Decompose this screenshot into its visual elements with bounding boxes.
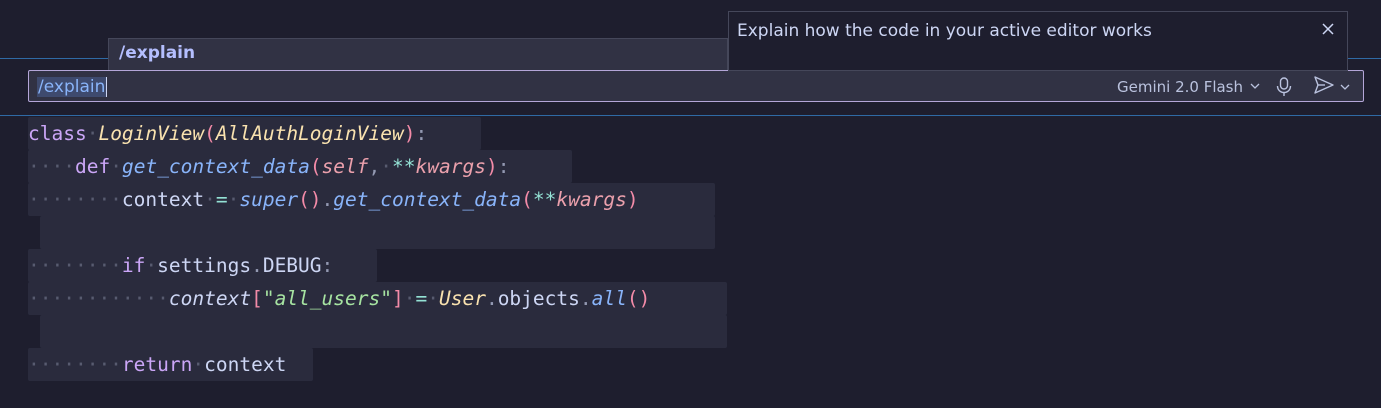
code-token: super bbox=[239, 188, 299, 211]
code-token: class bbox=[28, 122, 87, 145]
code-token: objects bbox=[497, 287, 580, 310]
model-label: Gemini 2.0 Flash bbox=[1117, 78, 1244, 96]
code-token: get_context_data bbox=[333, 188, 522, 211]
code-token: if bbox=[121, 254, 146, 277]
close-icon[interactable] bbox=[1319, 20, 1337, 38]
code-token: ············ bbox=[28, 287, 169, 310]
code-line-8: ········return·context bbox=[28, 353, 287, 376]
code-token: ) bbox=[626, 188, 639, 211]
code-token: get_context_data bbox=[121, 155, 310, 178]
code-line-2: ····def·get_context_data(self,·**kwargs)… bbox=[28, 155, 510, 178]
code-token: "all_users" bbox=[262, 287, 392, 310]
editor-window: /explain Gemini 2.0 Flash /explain Expla… bbox=[0, 0, 1381, 408]
code-token: LoginView bbox=[98, 122, 205, 145]
code-line-6: ············context["all_users"]·=·User.… bbox=[28, 287, 651, 310]
code-token: . bbox=[485, 287, 498, 310]
code-token: self bbox=[321, 155, 369, 178]
code-token: context bbox=[121, 188, 205, 211]
command-description: Explain how the code in your active edit… bbox=[737, 21, 1152, 41]
command-detail-panel: Explain how the code in your active edit… bbox=[728, 11, 1348, 71]
code-token: , bbox=[368, 155, 381, 178]
code-token: . bbox=[579, 287, 592, 310]
code-token: = bbox=[415, 287, 428, 310]
code-token: ( bbox=[521, 188, 533, 211]
code-token: settings bbox=[157, 254, 252, 277]
chat-input[interactable]: /explain bbox=[37, 77, 108, 97]
code-token: ········ bbox=[28, 254, 122, 277]
command-suggestion-list: /explain bbox=[108, 38, 728, 70]
model-picker[interactable]: Gemini 2.0 Flash bbox=[1117, 78, 1261, 96]
code-token: kwargs bbox=[556, 188, 627, 211]
code-token: : bbox=[497, 155, 510, 178]
code-token: User bbox=[438, 287, 486, 310]
code-token: ] bbox=[391, 287, 404, 310]
code-token: ) bbox=[403, 122, 416, 145]
send-icon bbox=[1313, 75, 1335, 99]
code-token: all bbox=[591, 287, 627, 310]
code-line-1: class·LoginView(AllAuthLoginView): bbox=[28, 122, 428, 145]
code-token: AllAuthLoginView bbox=[215, 122, 404, 145]
selection-highlight bbox=[40, 315, 727, 348]
code-token: = bbox=[215, 188, 228, 211]
code-line-3: ········context·=·super().get_context_da… bbox=[28, 188, 639, 211]
microphone-icon[interactable] bbox=[1273, 76, 1295, 98]
command-suggestion-explain[interactable]: /explain bbox=[119, 43, 195, 63]
code-token: ** bbox=[392, 155, 416, 178]
send-button[interactable] bbox=[1309, 76, 1355, 98]
code-token: return bbox=[121, 353, 193, 376]
code-token: kwargs bbox=[415, 155, 486, 178]
chevron-down-icon bbox=[1339, 78, 1351, 97]
code-token: ( bbox=[309, 155, 322, 178]
code-token: () bbox=[626, 287, 651, 310]
code-token: () bbox=[298, 188, 322, 211]
code-token: DEBUG bbox=[262, 254, 322, 277]
code-token: context bbox=[168, 287, 252, 310]
code-token: ) bbox=[485, 155, 498, 178]
code-token: [ bbox=[251, 287, 263, 310]
code-token: ··· bbox=[28, 155, 64, 178]
code-token: ········ bbox=[28, 188, 122, 211]
code-token: . bbox=[251, 254, 263, 277]
code-token: · bbox=[380, 155, 393, 178]
code-token: def bbox=[74, 155, 111, 178]
code-token: ** bbox=[532, 188, 557, 211]
inline-chat-input-box[interactable]: /explain Gemini 2.0 Flash bbox=[28, 70, 1364, 102]
code-token: ( bbox=[204, 122, 216, 145]
chevron-down-icon bbox=[1249, 78, 1261, 96]
selection-highlight bbox=[40, 216, 715, 249]
code-token: ········ bbox=[28, 353, 122, 376]
code-token: context bbox=[204, 353, 287, 376]
code-line-5: ········if·settings.DEBUG: bbox=[28, 254, 334, 277]
inline-chat-bottom-border bbox=[0, 115, 1381, 116]
code-token: : bbox=[321, 254, 334, 277]
code-token: : bbox=[415, 122, 428, 145]
code-token: . bbox=[321, 188, 334, 211]
